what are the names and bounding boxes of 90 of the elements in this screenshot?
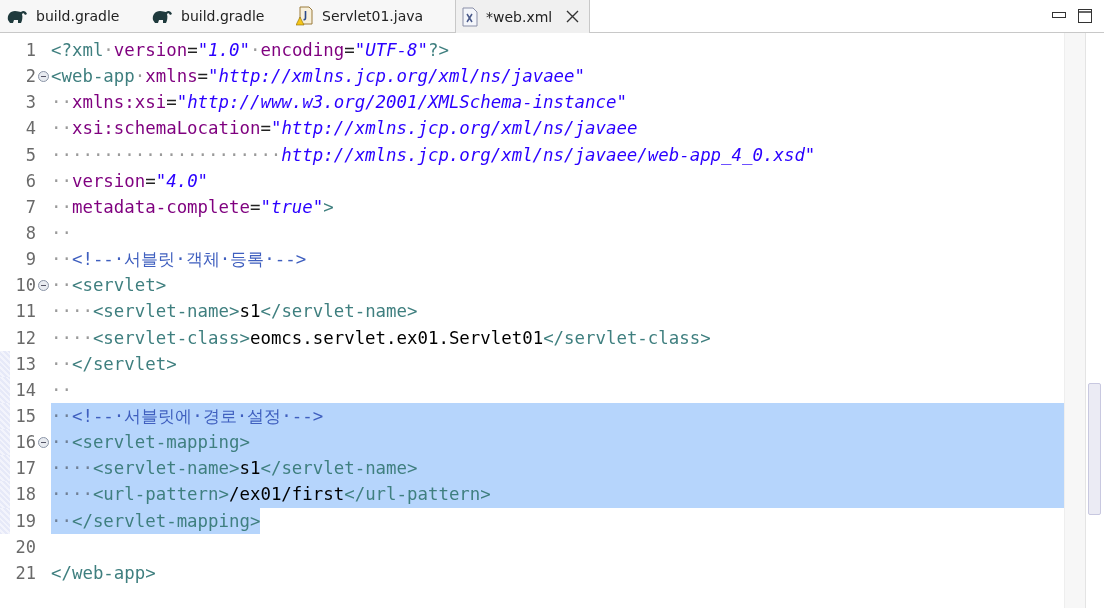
whitespace-marker: ·· xyxy=(51,170,72,191)
xml-tag: <?xml xyxy=(51,40,104,61)
line-number: 14 xyxy=(14,379,36,400)
xml-tag: <servlet-class> xyxy=(92,327,250,348)
editor-tab[interactable]: build.gradle xyxy=(0,0,145,32)
attribute-name: encoding xyxy=(260,40,345,61)
xml-tag: </web-app> xyxy=(51,562,156,583)
line-number: 1 xyxy=(24,40,36,61)
attribute-name: xsi:schemaLocation xyxy=(71,118,261,139)
xml-tag: </url-pattern> xyxy=(344,484,491,505)
element-text: eomcs.servlet.ex01.Servlet01 xyxy=(249,327,544,348)
whitespace-marker: ·· xyxy=(51,275,72,296)
element-text: s1 xyxy=(239,301,261,322)
attribute-name: xmlns xyxy=(145,66,198,87)
xml-tag: <servlet-name> xyxy=(92,458,240,479)
attribute-name: version xyxy=(71,170,146,191)
line-number: 5 xyxy=(24,144,36,165)
attribute-name: xmlns:xsi xyxy=(71,92,167,113)
xml-tag: <web-app xyxy=(51,66,135,87)
attribute-value: "UTF-8" xyxy=(354,40,428,61)
line-number: 8 xyxy=(24,223,36,244)
attribute-name: version xyxy=(113,40,188,61)
attribute-value: "1.0" xyxy=(197,40,250,61)
whitespace-marker: ·· xyxy=(51,196,72,217)
line-number: 11 xyxy=(14,301,36,322)
whitespace-marker: ·· xyxy=(51,510,72,531)
line-number: 2 xyxy=(24,66,36,87)
attribute-value: "true" xyxy=(260,196,324,217)
line-number: 6 xyxy=(24,170,36,191)
attribute-value: "http://www.w3.org/2001/XMLSchema-instance" xyxy=(176,92,627,113)
line-number: 13 xyxy=(14,353,36,374)
xml-tag: </servlet-name> xyxy=(260,301,418,322)
element-text: s1 xyxy=(239,458,261,479)
xml-tag: </servlet-name> xyxy=(260,458,418,479)
xml-tag: </servlet> xyxy=(71,353,177,374)
line-number: 16 xyxy=(14,432,36,453)
line-number: 18 xyxy=(14,484,36,505)
line-number: 15 xyxy=(14,406,36,427)
whitespace-marker: ······················ xyxy=(51,144,282,165)
whitespace-marker: ·· xyxy=(51,379,72,400)
line-number: 21 xyxy=(14,562,36,583)
line-number: 4 xyxy=(24,118,36,139)
line-number: 20 xyxy=(14,536,36,557)
line-number: 9 xyxy=(24,249,36,270)
whitespace-marker: · xyxy=(134,66,146,87)
xml-comment: <!--·서블릿·객체·등록·--> xyxy=(71,248,307,272)
whitespace-marker: ·· xyxy=(51,223,72,244)
whitespace-marker: ·· xyxy=(51,249,72,270)
equals-sign: = xyxy=(166,92,177,113)
element-text: /ex01/first xyxy=(229,484,345,505)
line-number: 12 xyxy=(14,327,36,348)
line-number: 19 xyxy=(14,510,36,531)
attribute-name: metadata-complete xyxy=(71,196,250,217)
xml-comment: <!--·서블릿에·경로·설정·--> xyxy=(71,405,324,429)
xml-tag: <url-pattern> xyxy=(92,484,229,505)
whitespace-marker: · xyxy=(250,40,261,61)
xml-tag: </servlet-mapping> xyxy=(71,510,261,531)
editor-tab[interactable]: build.gradle xyxy=(145,0,290,32)
equals-sign: = xyxy=(145,170,156,191)
equals-sign: = xyxy=(344,40,355,61)
editor-tab[interactable]: Servlet01.java xyxy=(290,0,455,32)
whitespace-marker: ·· xyxy=(51,406,72,427)
attribute-value: "4.0" xyxy=(155,170,209,191)
equals-sign: = xyxy=(249,196,261,217)
whitespace-marker: · xyxy=(103,40,114,61)
xml-tag: <servlet-mapping> xyxy=(71,432,250,453)
whitespace-marker: ·· xyxy=(51,118,72,139)
xml-tag: <servlet-name> xyxy=(92,301,240,322)
whitespace-marker: ···· xyxy=(51,301,93,322)
equals-sign: = xyxy=(187,40,198,61)
equals-sign: = xyxy=(197,66,209,87)
whitespace-marker: ···· xyxy=(51,327,93,348)
line-number: 3 xyxy=(24,92,36,113)
whitespace-marker: ·· xyxy=(51,432,72,453)
whitespace-marker: ···· xyxy=(51,484,93,505)
equals-sign: = xyxy=(260,118,271,139)
xml-tag: </servlet-class> xyxy=(543,327,711,348)
whitespace-marker: ·· xyxy=(51,353,72,374)
line-number: 7 xyxy=(24,196,36,217)
xml-tag: ?> xyxy=(428,40,449,61)
attribute-value: "http://xmlns.jcp.org/xml/ns/javaee" xyxy=(208,66,585,87)
attribute-value: "http://xmlns.jcp.org/xml/ns/javaee xyxy=(270,118,638,139)
whitespace-marker: ·· xyxy=(51,92,72,113)
line-number: 17 xyxy=(14,458,36,479)
xml-tag: > xyxy=(323,196,334,217)
line-number: 10 xyxy=(14,275,36,296)
whitespace-marker: ···· xyxy=(51,458,93,479)
attribute-value: http://xmlns.jcp.org/xml/ns/javaee/web-app_4_0.xsd" xyxy=(281,144,816,165)
xml-tag: <servlet> xyxy=(71,275,167,296)
editor-tab[interactable]: *web.xml xyxy=(455,0,591,33)
